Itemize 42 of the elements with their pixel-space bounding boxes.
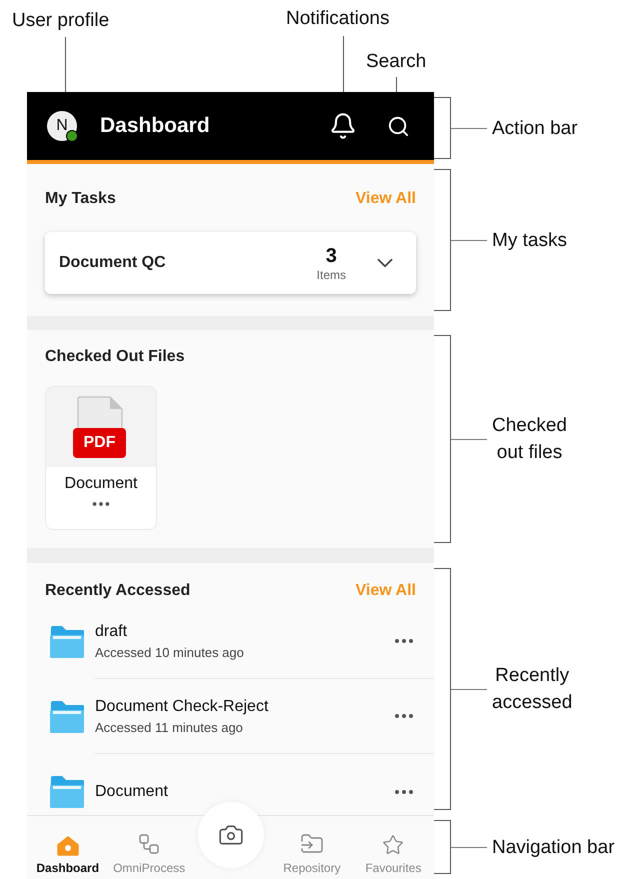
- callout-label: Notifications: [286, 8, 390, 30]
- item-name[interactable]: draft: [95, 622, 392, 640]
- leader-line: [343, 36, 344, 92]
- callout-label: My tasks: [492, 228, 567, 252]
- star-icon: [382, 834, 404, 856]
- search-icon[interactable]: [387, 114, 410, 138]
- callout-bracket: [434, 97, 451, 159]
- leader-line: [396, 77, 397, 92]
- screen-title: Dashboard: [100, 114, 211, 138]
- folder-icon: [49, 624, 85, 658]
- callout-label: User profile: [12, 10, 110, 32]
- section-title: Recently Accessed: [45, 582, 190, 600]
- leader-line: [451, 846, 487, 848]
- pdf-badge: PDF: [73, 428, 126, 458]
- accessed-time: Accessed 11 minutes ago: [95, 720, 244, 734]
- notification-bell-icon[interactable]: [329, 112, 357, 140]
- callout-label: Action bar: [492, 116, 578, 140]
- task-card[interactable]: Document QC 3 Items: [45, 232, 416, 294]
- nav-tab[interactable]: Dashboard: [27, 836, 108, 875]
- file-name: Document: [64, 475, 138, 493]
- leader-line: [451, 688, 487, 690]
- task-count: 3: [326, 244, 337, 268]
- leader-line: [451, 438, 487, 440]
- leader-line: [65, 37, 66, 92]
- section-title: My Tasks: [45, 190, 116, 208]
- file-card[interactable]: PDF Document: [45, 386, 157, 530]
- user-avatar[interactable]: N: [47, 111, 77, 141]
- callout-label: Navigation bar: [492, 836, 615, 860]
- callout-label: Checked out files: [492, 414, 567, 465]
- folder-icon: [49, 700, 85, 734]
- item-name[interactable]: Document: [95, 782, 392, 800]
- callout-label: Search: [366, 51, 426, 73]
- accessed-time: Accessed 10 minutes ago: [95, 644, 245, 660]
- count-unit: Items: [316, 268, 346, 282]
- section-title: Checked Out Files: [45, 348, 185, 366]
- callout-label: Recently accessed: [492, 664, 572, 715]
- process-icon: [137, 832, 162, 856]
- task-name: Document QC: [59, 254, 167, 272]
- folder-icon: [49, 774, 85, 808]
- callout-bracket: [434, 820, 451, 874]
- home-icon: [56, 836, 79, 856]
- item-name[interactable]: Document Check-Reject: [95, 698, 392, 716]
